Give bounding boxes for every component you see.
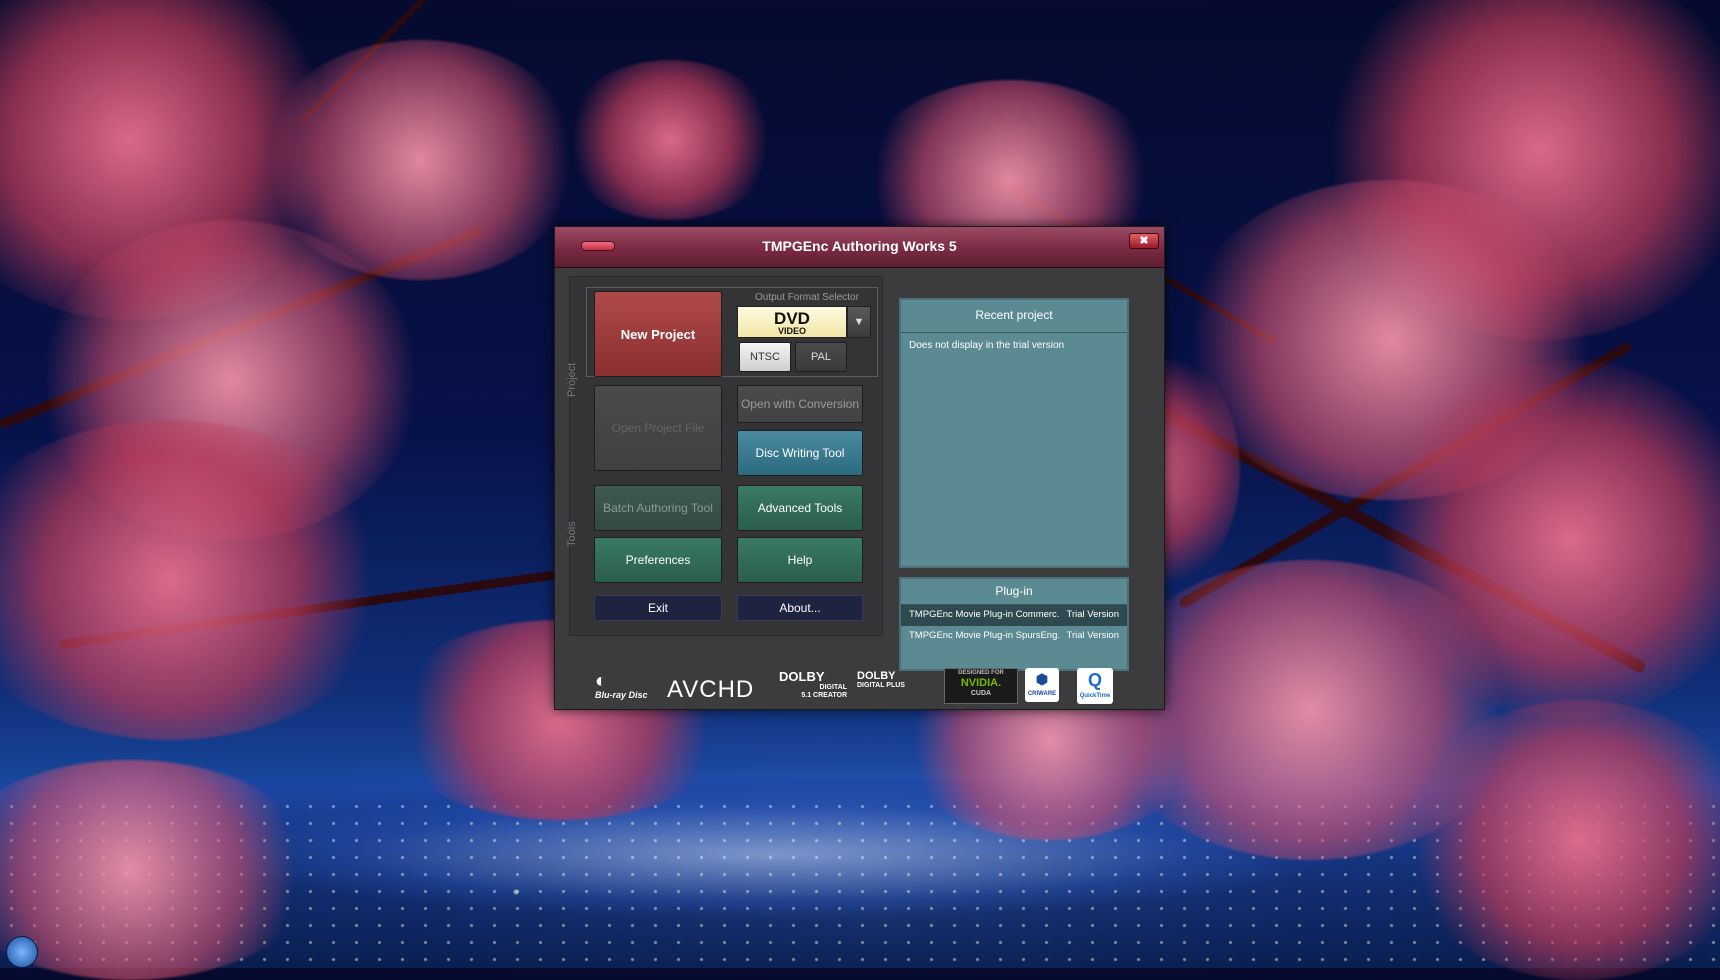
help-button[interactable]: Help [737,537,863,583]
app-window: TMPGEnc Authoring Works 5 ✖ Project Tool… [554,226,1165,710]
output-format-label: Output Format Selector [755,292,859,303]
plugin-title: Plug-in [901,579,1127,605]
start-button[interactable] [6,936,38,968]
dolby2-main-label: DOLBY [857,670,896,682]
batch-authoring-tool-button[interactable]: Batch Authoring Tool [594,485,722,531]
preferences-button[interactable]: Preferences [594,537,722,583]
recent-project-message: Does not display in the trial version [909,340,1065,351]
dolby-digital-plus-logo: DOLBY DIGITAL PLUS [857,670,933,690]
plugin-panel: Plug-in TMPGEnc Movie Plug-in Commerc...… [899,577,1129,671]
format-selector[interactable]: DVD VIDEO [737,306,847,338]
dolby-digital-creator-logo: DOLBY DIGITAL 5.1 CREATOR [779,670,847,700]
exit-button[interactable]: Exit [594,595,722,621]
pal-button[interactable]: PAL [795,342,847,372]
format-main-label: DVD [774,309,810,328]
dolby-main-label: DOLBY [779,669,825,684]
avchd-logo: AVCHD [667,676,755,703]
plugin-list-item[interactable]: TMPGEnc Movie Plug-in SpursEng... Trial … [901,626,1127,647]
recent-project-title: Recent project [901,300,1127,333]
plugin-name: TMPGEnc Movie Plug-in Commerc... [909,609,1059,620]
nvidia-top-label: DESIGNED FOR [958,670,1004,676]
nvidia-sub-label: CUDA [970,690,992,697]
format-sub-label: VIDEO [777,326,806,336]
window-title: TMPGEnc Authoring Works 5 [762,238,957,254]
dolby-sub-label: DIGITAL [819,684,847,691]
dolby2-sub-label: DIGITAL PLUS [857,682,905,689]
quicktime-label: QuickTime [1079,693,1111,699]
criware-label: CRIWARE [1027,691,1057,697]
plugin-status: Trial Version [1066,609,1119,620]
title-bar[interactable]: TMPGEnc Authoring Works 5 ✖ [555,227,1164,268]
bluray-label: Blu-ray Disc [595,690,648,700]
tools-section-label: Tools [566,521,578,547]
recent-project-panel: Recent project Does not display in the t… [899,298,1129,568]
criware-logo: ⬢ CRIWARE [1025,668,1059,702]
advanced-tools-button[interactable]: Advanced Tools [737,485,863,531]
dolby-sub2-label: 5.1 CREATOR [801,692,847,699]
logo-strip: ◐ Blu-ray Disc AVCHD DOLBY DIGITAL 5.1 C… [595,668,1135,710]
nvidia-cuda-logo: DESIGNED FOR NVIDIA. CUDA [944,668,1018,704]
close-button[interactable]: ✖ [1129,233,1159,249]
left-panel: Project Tools New Project Output Format … [566,276,883,636]
ntsc-button[interactable]: NTSC [739,342,791,372]
disc-writing-tool-button[interactable]: Disc Writing Tool [737,430,863,476]
chevron-down-icon[interactable]: ▼ [847,306,871,338]
about-button[interactable]: About... [737,595,863,621]
project-section-label: Project [566,362,578,397]
quicktime-logo: Q QuickTime [1077,668,1113,704]
bluray-logo: ◐ Blu-ray Disc [595,671,663,700]
open-project-file-button[interactable]: Open Project File [594,385,722,471]
plugin-name: TMPGEnc Movie Plug-in SpursEng... [909,630,1059,641]
plugin-status: Trial Version [1066,630,1119,641]
window-body: Project Tools New Project Output Format … [555,268,1164,709]
plugin-list-item[interactable]: TMPGEnc Movie Plug-in Commerc... Trial V… [901,605,1127,626]
nvidia-main-label: NVIDIA. [960,677,1002,689]
open-with-conversion-button[interactable]: Open with Conversion [737,385,863,423]
new-project-button[interactable]: New Project [594,291,722,377]
